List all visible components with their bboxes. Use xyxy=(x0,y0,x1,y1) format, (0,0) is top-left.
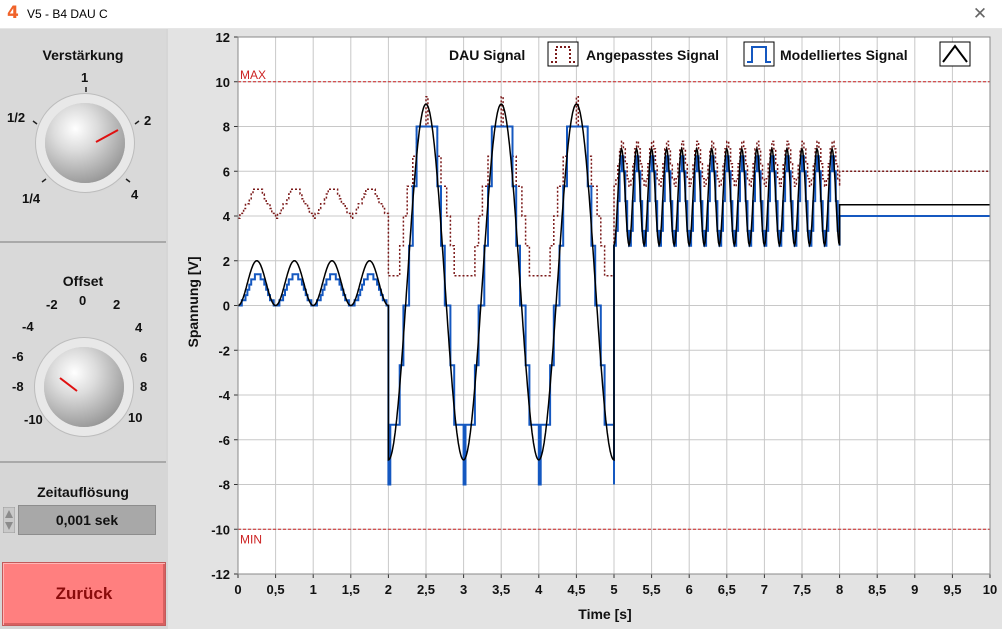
x-tick-label: 7,5 xyxy=(793,582,811,597)
x-tick-label: 6 xyxy=(686,582,693,597)
x-tick-label: 1,5 xyxy=(342,582,360,597)
x-tick-label: 7 xyxy=(761,582,768,597)
x-tick-label: 2,5 xyxy=(417,582,435,597)
chart-area: MAX MIN 0 0,5 1 1,5 2 2,5 3 3,5 4 4,5 5 5,5 6 6,5 7 7,5 8… xyxy=(168,29,1002,629)
y-tick-label: 4 xyxy=(223,209,231,224)
y-tick-label: 10 xyxy=(216,75,230,90)
y-tick-label: -12 xyxy=(211,567,230,582)
legend-label: Modelliertes Signal xyxy=(780,47,908,63)
y-tick-label: 8 xyxy=(223,120,230,135)
x-tick-label: 5,5 xyxy=(643,582,661,597)
window-title: V5 - B4 DAU C xyxy=(27,7,108,21)
voltage-chart: MAX MIN 0 0,5 1 1,5 2 2,5 3 3,5 4 4,5 5 5,5 6 6,5 7 7,5 8… xyxy=(185,30,997,622)
back-button[interactable]: Zurück xyxy=(2,562,166,626)
y-tick-label: -4 xyxy=(218,388,230,403)
offset-panel: Offset 0 -2 2 -4 4 -6 6 -8 8 -10 10 xyxy=(0,243,166,463)
x-axis-label: Time [s] xyxy=(578,606,631,622)
x-tick-label: 1 xyxy=(310,582,317,597)
app-icon: 4 xyxy=(7,3,19,23)
x-tick-label: 9,5 xyxy=(943,582,961,597)
y-tick-label: -6 xyxy=(218,433,230,448)
legend-label: Angepasstes Signal xyxy=(586,47,719,63)
x-tick-label: 6,5 xyxy=(718,582,736,597)
x-tick-label: 4,5 xyxy=(567,582,585,597)
offset-knob-pointer xyxy=(59,377,78,392)
y-tick-label: 6 xyxy=(223,164,230,179)
time-resolution-field[interactable]: 0,001 sek xyxy=(18,505,156,535)
x-tick-label: 10 xyxy=(983,582,997,597)
limit-label-max: MAX xyxy=(240,68,266,82)
y-axis-label: Spannung [V] xyxy=(185,257,201,348)
sidebar: Verstärkung 1 1/2 2 1/4 4 Offset 0 -2 2 … xyxy=(0,29,168,629)
x-tick-label: 0 xyxy=(234,582,241,597)
x-tick-label: 5 xyxy=(610,582,617,597)
y-tick-label: -8 xyxy=(218,478,230,493)
x-tick-label: 4 xyxy=(535,582,543,597)
x-tick-label: 9 xyxy=(911,582,918,597)
limit-label-min: MIN xyxy=(240,532,262,546)
time-resolution-stepper[interactable] xyxy=(3,507,15,533)
x-tick-label: 8,5 xyxy=(868,582,886,597)
gain-panel: Verstärkung 1 1/2 2 1/4 4 xyxy=(0,29,166,243)
close-icon[interactable]: ✕ xyxy=(968,3,992,25)
y-tick-label: 12 xyxy=(216,30,230,45)
y-tick-label: -2 xyxy=(218,343,230,358)
legend-label: DAU Signal xyxy=(449,47,525,63)
y-tick-label: 2 xyxy=(223,254,230,269)
x-tick-label: 0,5 xyxy=(267,582,285,597)
x-tick-label: 8 xyxy=(836,582,843,597)
y-tick-label: 0 xyxy=(223,299,230,314)
x-tick-label: 3,5 xyxy=(492,582,510,597)
x-tick-label: 2 xyxy=(385,582,392,597)
gain-knob-pointer xyxy=(95,129,119,143)
x-tick-label: 3 xyxy=(460,582,467,597)
time-resolution-title: Zeitauflösung xyxy=(37,484,129,500)
y-tick-label: -10 xyxy=(211,522,230,537)
title-bar: 4 V5 - B4 DAU C ✕ xyxy=(0,0,1002,29)
